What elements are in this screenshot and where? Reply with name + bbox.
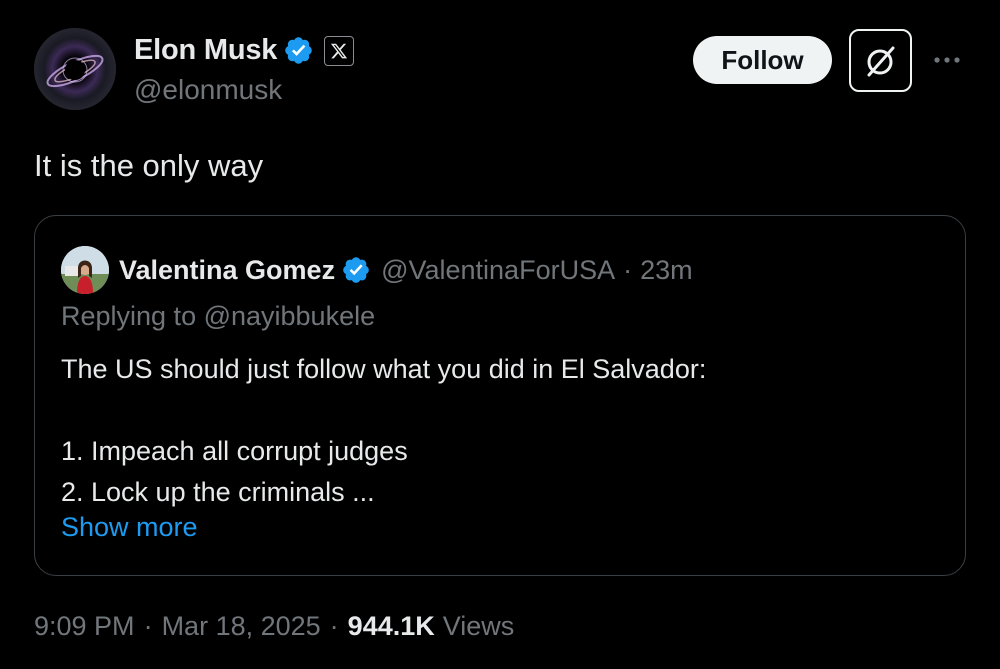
separator-dot: · — [329, 611, 339, 641]
follow-button[interactable]: Follow — [693, 36, 832, 84]
quoted-body-line — [61, 390, 706, 431]
quoted-tweet-body: The US should just follow what you did i… — [61, 349, 706, 513]
author-name-row: Elon Musk — [134, 34, 355, 67]
more-options-icon — [934, 57, 960, 63]
tweet-date[interactable]: Mar 18, 2025 — [162, 611, 321, 642]
x-logo-icon[interactable] — [324, 35, 355, 66]
views-label: Views — [442, 611, 515, 641]
quoted-tweet-time[interactable]: 23m — [640, 255, 693, 286]
author-display-name[interactable]: Elon Musk — [134, 34, 277, 67]
quoted-author-name[interactable]: Valentina Gomez — [119, 255, 335, 286]
tweet-text: It is the only way — [34, 148, 264, 183]
grok-icon — [867, 46, 894, 76]
views-count[interactable]: 944.1K — [348, 611, 435, 642]
grok-button[interactable] — [849, 29, 912, 92]
tweet-meta: 9:09 PM · Mar 18, 2025 · 944.1K Views — [34, 611, 514, 642]
replying-to-text: Replying to @nayibbukele — [61, 301, 376, 331]
quoted-body-line: The US should just follow what you did i… — [61, 354, 707, 384]
verified-badge-icon — [285, 37, 312, 64]
black-hole-avatar-icon — [34, 28, 116, 110]
verified-badge-icon — [343, 257, 369, 283]
quoted-author-avatar[interactable] — [61, 246, 109, 294]
more-options-button[interactable] — [931, 48, 963, 72]
quoted-body-line: 1. Impeach all corrupt judges — [61, 436, 408, 466]
quoted-body-line: 2. Lock up the criminals ... — [61, 477, 375, 507]
tweet-header: Elon Musk @elonmusk Follow — [34, 28, 974, 112]
author-handle[interactable]: @elonmusk — [134, 74, 282, 106]
tweet-time[interactable]: 9:09 PM — [34, 611, 135, 642]
quoted-tweet-header: Valentina Gomez @ValentinaForUSA · 23m — [61, 246, 693, 294]
author-avatar[interactable] — [34, 28, 116, 110]
show-more-link[interactable]: Show more — [61, 512, 198, 543]
quoted-tweet-card[interactable]: Valentina Gomez @ValentinaForUSA · 23m R… — [34, 215, 966, 576]
quoted-author-handle[interactable]: @ValentinaForUSA — [381, 255, 615, 286]
separator-dot: · — [623, 254, 633, 285]
separator-dot: · — [143, 611, 153, 641]
person-avatar-icon — [61, 246, 109, 294]
